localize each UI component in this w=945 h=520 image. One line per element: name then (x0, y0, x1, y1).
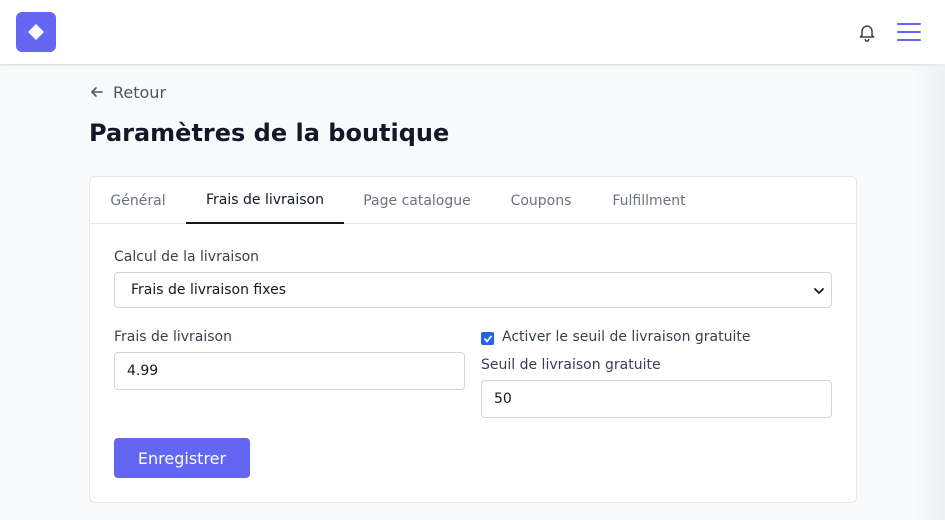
page-title: Paramètres de la boutique (89, 119, 450, 147)
tab-bar: Général Frais de livraison Page catalogu… (90, 177, 856, 224)
diamond-icon (28, 24, 44, 40)
free-shipping-checkbox[interactable] (481, 332, 494, 345)
free-shipping-threshold-value: 50 (494, 391, 512, 407)
top-bar (0, 0, 945, 64)
menu-button[interactable] (895, 18, 923, 46)
tab-label: Frais de livraison (206, 191, 324, 208)
shipping-fee-value: 4.99 (127, 363, 159, 379)
settings-card: Général Frais de livraison Page catalogu… (89, 176, 857, 503)
shipping-fee-label: Frais de livraison (114, 329, 232, 345)
shipping-calc-label: Calcul de la livraison (114, 249, 260, 265)
app-logo[interactable] (16, 12, 56, 52)
save-button[interactable]: Enregistrer (114, 438, 250, 478)
chevron-down-icon (814, 288, 824, 294)
notifications-button[interactable] (855, 20, 879, 44)
free-shipping-threshold-label: Seuil de livraison gratuite (481, 357, 661, 373)
arrow-left-icon (91, 87, 103, 97)
tab-general[interactable]: Général (90, 177, 186, 224)
tab-coupons[interactable]: Coupons (490, 177, 592, 224)
hamburger-icon (897, 23, 921, 41)
tab-label: Fulfillment (612, 192, 686, 209)
shipping-calc-value: Frais de livraison fixes (131, 282, 287, 298)
scroll-shadow (915, 64, 945, 520)
bell-icon (859, 25, 875, 42)
check-icon (483, 335, 492, 342)
tab-catalog-page[interactable]: Page catalogue (344, 177, 490, 224)
back-link[interactable]: Retour (89, 80, 166, 104)
tab-label: Coupons (510, 192, 572, 209)
free-shipping-checkbox-label[interactable]: Activer le seuil de livraison gratuite (502, 329, 750, 345)
back-link-label: Retour (113, 82, 167, 102)
free-shipping-threshold-input[interactable]: 50 (481, 380, 832, 418)
tab-label: Général (110, 192, 166, 209)
shipping-calc-select[interactable]: Frais de livraison fixes (114, 272, 832, 308)
tab-label: Page catalogue (363, 192, 471, 209)
tab-shipping-fees[interactable]: Frais de livraison (186, 177, 344, 224)
tab-fulfillment[interactable]: Fulfillment (592, 177, 706, 224)
shipping-fee-input[interactable]: 4.99 (114, 352, 465, 390)
